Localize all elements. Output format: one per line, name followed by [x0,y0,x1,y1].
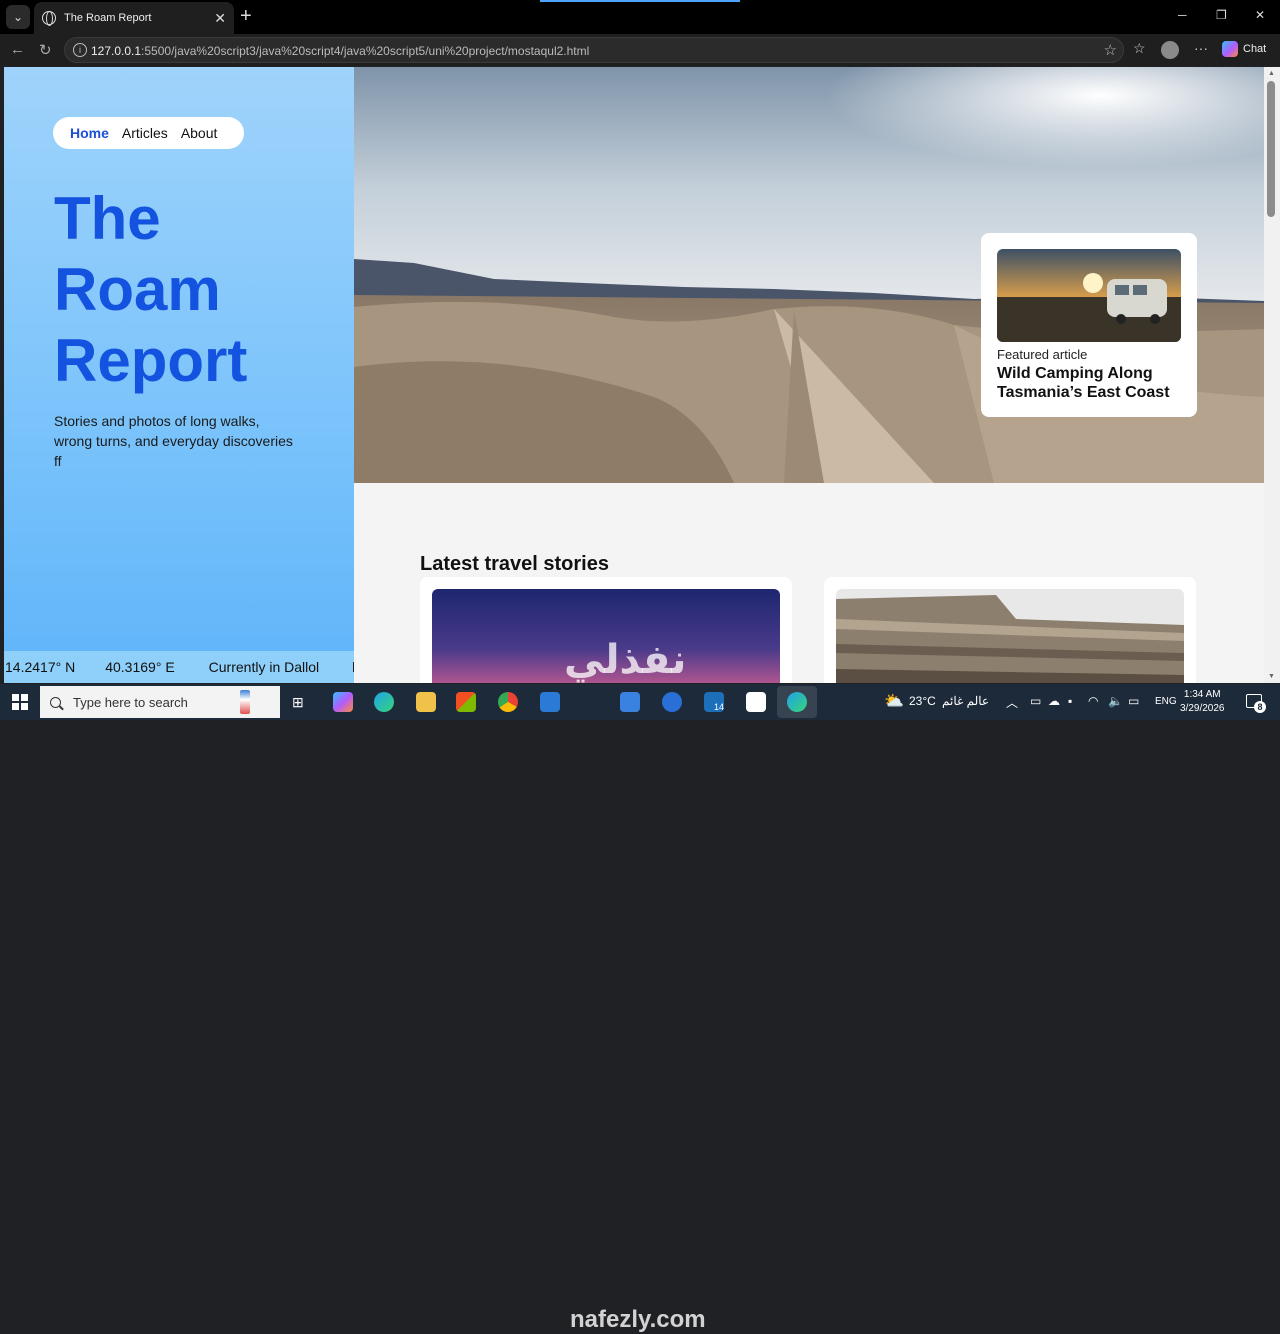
browser-toolbar: ← ↻ i 127.0.0.1:5500/java%20script3/java… [0,34,1280,66]
search-icon [50,696,61,708]
weather-icon: ⛅ [884,693,904,710]
battery-icon[interactable]: ▭ [1128,694,1139,708]
scrollbar-thumb[interactable] [1267,81,1275,217]
maximize-icon[interactable]: ❐ [1216,8,1227,22]
onedrive-icon[interactable]: ☁ [1048,694,1060,708]
copilot-chat-button[interactable]: Chat [1222,41,1266,57]
back-icon[interactable]: ← [10,41,25,58]
app-icon[interactable] [620,692,640,712]
weather-temp[interactable]: 23°C [909,694,936,708]
more-menu-icon[interactable]: ··· [1194,40,1208,56]
copilot-icon [1222,41,1238,57]
favorite-star-icon[interactable]: ☆ [1104,41,1117,59]
windows-start-icon[interactable] [12,694,28,710]
tray-app-icon[interactable]: ▪ [1068,694,1072,708]
featured-label: Featured article [997,347,1088,362]
chrome-app-icon[interactable] [498,692,518,712]
browser-tab[interactable]: The Roam Report ✕ [34,2,234,34]
taskbar-search-input[interactable]: Type here to search [40,686,280,718]
page-viewport: Home Articles About The Roam Report Stor… [4,67,1264,683]
browser-tabstrip: ⌄ The Roam Report ✕ + ─ ❐ ✕ [0,0,1280,34]
minimize-icon[interactable]: ─ [1178,8,1187,22]
windows-taskbar: Type here to search ⊞ 14 nafezly.com ⛅ 2… [0,684,1280,1333]
volume-icon[interactable]: 🔈 [1108,694,1123,708]
tab-title: The Roam Report [64,12,152,24]
system-clock[interactable]: 1:34 AM 3/29/2026 [1180,688,1225,716]
file-explorer-icon[interactable] [416,692,436,712]
location-ticker: 14.2417° N 40.3169° E Currently in Dallo… [4,651,354,683]
weather-text: عالم غائم [942,694,990,708]
ticker-longitude: 40.3169° E [105,659,175,675]
tray-chevron-icon[interactable]: ︿ [1006,694,1018,711]
task-view-icon[interactable]: ⊞ [292,694,304,711]
window-close-icon[interactable]: ✕ [1255,8,1265,22]
latest-stories-heading: Latest travel stories [420,553,609,575]
site-subtitle: Stories and photos of long walks, wrong … [54,413,293,469]
vscode-app-icon[interactable] [540,692,560,712]
address-bar[interactable]: i 127.0.0.1:5500/java%20script3/java%20s… [64,37,1124,63]
ticker-location: Currently in Dallol [208,659,320,675]
search-highlight-icon [240,690,250,714]
copilot-app-icon[interactable] [333,692,353,712]
tray-app-icon[interactable]: ▭ [1030,694,1041,708]
new-tab-button[interactable]: + [240,6,252,26]
url-text: 127.0.0.1:5500/java%20script3/java%20scr… [91,44,590,58]
story-image [836,589,1184,683]
wifi-icon[interactable]: ◠ [1088,694,1098,708]
featured-article-card[interactable]: Featured article Wild Camping Along Tasm… [981,233,1197,417]
watermark-arabic: نفذلي [564,637,687,683]
site-info-icon[interactable]: i [73,43,87,57]
reload-icon[interactable]: ↻ [39,41,52,59]
tab-list-button[interactable]: ⌄ [6,5,30,29]
edge-app-icon[interactable] [374,692,394,712]
hero-side-panel: Home Articles About The Roam Report Stor… [4,67,354,683]
globe-icon [42,11,56,26]
featured-title[interactable]: Wild Camping Along Tasmania’s East Coast [997,364,1181,402]
app-icon[interactable] [662,692,682,712]
app-icon[interactable] [746,692,766,712]
app-badge-icon[interactable]: 14 [704,692,724,712]
edge-active-icon[interactable] [787,692,807,712]
story-card[interactable] [824,577,1196,683]
close-tab-icon[interactable]: ✕ [214,10,226,27]
notification-icon[interactable]: 8 [1246,694,1266,713]
nav-about-link[interactable]: About [181,125,218,141]
featured-article-image [997,249,1181,342]
scroll-up-icon[interactable]: ▲ [1268,70,1275,77]
main-nav: Home Articles About [53,117,244,149]
favorites-icon[interactable]: ☆ [1133,40,1146,57]
ticker-latitude: 14.2417° N [5,659,76,675]
watermark-latin: nafezly.com [570,1306,706,1333]
site-title: The Roam Report [54,185,248,394]
nav-home-link[interactable]: Home [70,125,109,141]
ticker-next: l [352,659,354,675]
page-scrollbar[interactable]: ▲ ▼ [1264,67,1280,683]
profile-avatar[interactable] [1161,41,1179,59]
store-app-icon[interactable] [456,692,476,712]
scroll-down-icon[interactable]: ▼ [1268,673,1275,680]
nav-articles-link[interactable]: Articles [122,125,168,141]
loading-bar [540,0,740,2]
language-indicator[interactable]: ENG [1155,696,1177,707]
